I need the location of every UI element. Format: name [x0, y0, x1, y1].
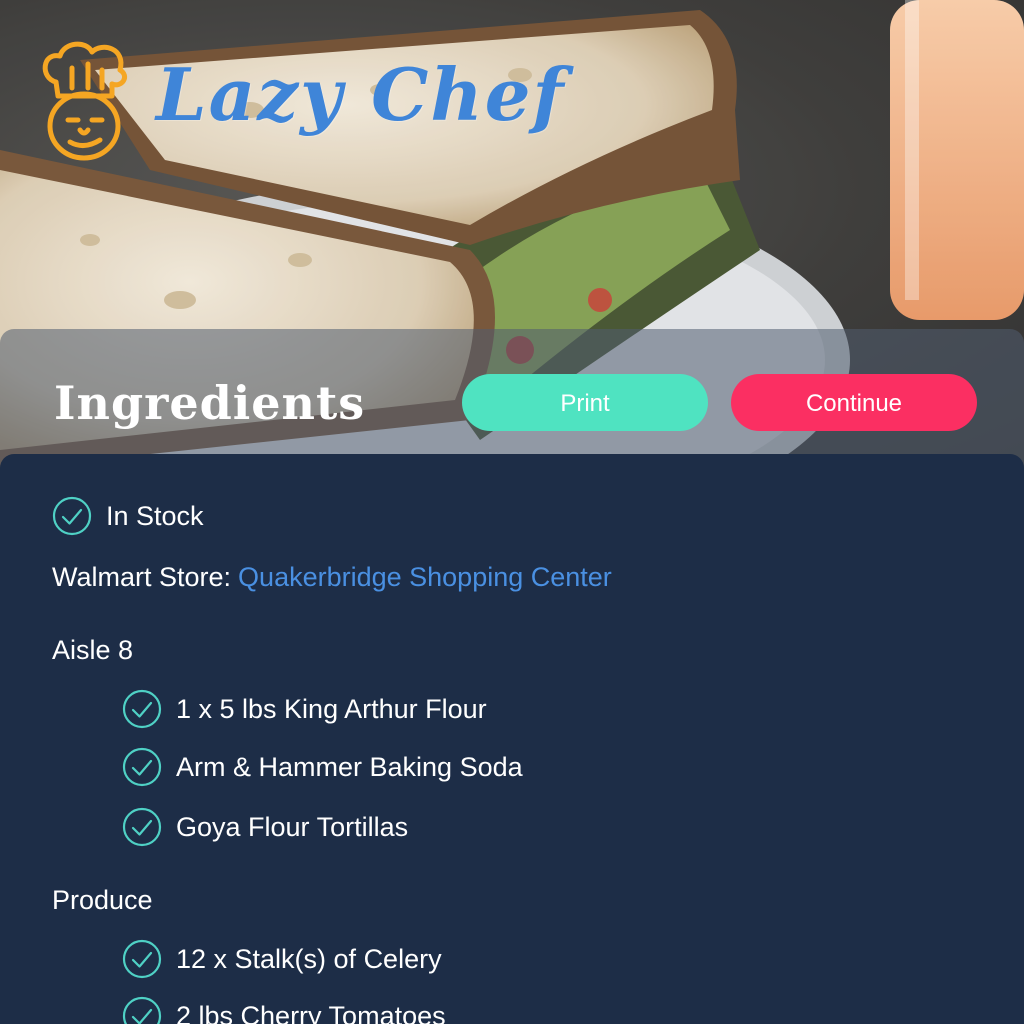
list-item[interactable]: 1 x 5 lbs King Arthur Flour: [122, 689, 487, 729]
check-circle-icon: [122, 689, 162, 729]
stock-status-label: In Stock: [106, 500, 204, 531]
check-circle-icon: [52, 496, 92, 536]
list-item[interactable]: 2 lbs Cherry Tomatoes: [122, 996, 446, 1024]
check-circle-icon: [122, 939, 162, 979]
store-link[interactable]: Quakerbridge Shopping Center: [238, 562, 612, 593]
list-item-label: 12 x Stalk(s) of Celery: [176, 943, 442, 974]
list-item-label: 1 x 5 lbs King Arthur Flour: [176, 693, 487, 724]
app-screen: Lazy Chef Ingredients Print Continue In …: [0, 0, 1024, 1024]
group-heading-aisle-8: Aisle 8: [52, 635, 134, 665]
list-item-label: 2 lbs Cherry Tomatoes: [176, 1000, 446, 1024]
check-circle-icon: [122, 996, 162, 1024]
page-title: Ingredients: [54, 376, 366, 430]
list-item-label: Arm & Hammer Baking Soda: [176, 751, 523, 782]
list-item-label: Goya Flour Tortillas: [176, 811, 409, 842]
continue-button[interactable]: Continue: [731, 374, 977, 431]
list-item[interactable]: Arm & Hammer Baking Soda: [122, 747, 523, 787]
stock-status: In Stock: [52, 496, 204, 536]
list-item[interactable]: 12 x Stalk(s) of Celery: [122, 939, 442, 979]
brand-title: Lazy Chef: [156, 52, 566, 137]
group-heading-produce: Produce: [52, 885, 153, 915]
check-circle-icon: [122, 747, 162, 787]
list-item[interactable]: Goya Flour Tortillas: [122, 807, 408, 847]
store-prefix: Walmart Store:: [52, 561, 232, 592]
chef-face-icon: [42, 41, 127, 161]
check-circle-icon: [122, 807, 162, 847]
print-button[interactable]: Print: [462, 374, 708, 431]
store-line: Walmart Store: Quakerbridge Shopping Cen…: [52, 558, 612, 596]
